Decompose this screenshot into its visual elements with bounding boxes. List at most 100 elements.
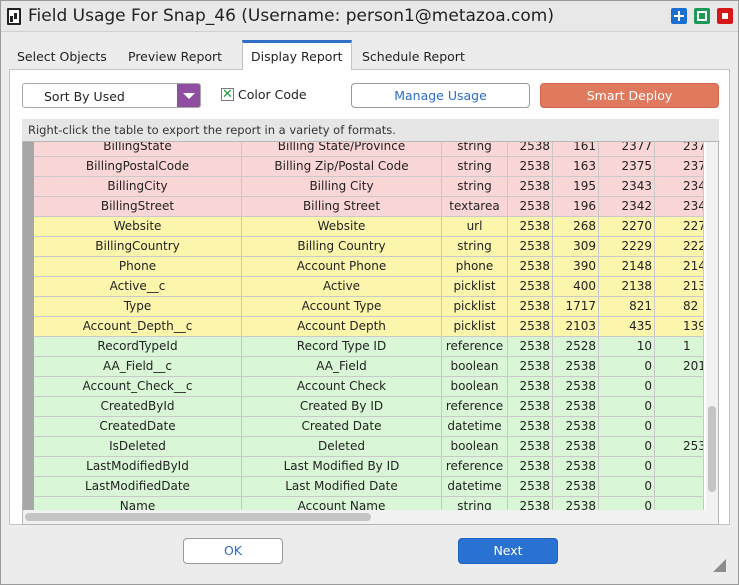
total-count-cell: 2538 [508,217,553,237]
unused-count-cell: 0 [599,437,655,457]
field-name-cell: Type [34,297,242,317]
unused-count-cell: 0 [599,377,655,397]
unused-count-cell: 2229 [599,237,655,257]
tab-select-objects[interactable]: Select Objects [17,40,107,70]
sort-select[interactable]: Sort By Used [22,83,201,108]
used-count-cell: 390 [553,257,599,277]
field-label-cell: Account Depth [242,317,442,337]
extra-count-cell [655,417,704,437]
unused-count-cell: 10 [599,337,655,357]
extra-count-cell: 237 [655,142,704,157]
scroll-corner [706,510,718,524]
tab-preview-report[interactable]: Preview Report [128,40,222,70]
table-row[interactable]: Type Account Type picklist 2538 1717 821 82 [34,297,704,317]
color-code-checkbox[interactable]: ✕ [221,88,234,101]
table-row[interactable]: Account_Check__c Account Check boolean 2538… [34,377,704,397]
total-count-cell: 2538 [508,142,553,157]
used-count-cell: 161 [553,142,599,157]
resize-grip-icon[interactable] [713,559,726,572]
tab-display-report[interactable]: Display Report [242,40,352,70]
table-row[interactable]: BillingState Billing State/Province string… [34,142,704,157]
table-row[interactable]: AA_Field__c AA_Field boolean 2538 2538 0 201 [34,357,704,377]
unused-count-cell: 2375 [599,157,655,177]
window-title: Field Usage For Snap_46 (Username: perso… [28,6,554,26]
table-row[interactable]: LastModifiedDate Last Modified Date dateti… [34,477,704,497]
extra-count-cell: 1 [655,337,704,357]
unused-count-cell: 435 [599,317,655,337]
unused-count-cell: 2138 [599,277,655,297]
horizontal-scrollbar[interactable] [23,510,706,524]
table-row[interactable]: Phone Account Phone phone 2538 390 2148 214 [34,257,704,277]
table-row[interactable]: Website Website url 2538 268 2270 227 [34,217,704,237]
field-name-cell: Account_Check__c [34,377,242,397]
used-count-cell: 2538 [553,437,599,457]
total-count-cell: 2538 [508,437,553,457]
ok-button[interactable]: OK [183,538,283,564]
table-row[interactable]: BillingCountry Billing Country string 2538 3… [34,237,704,257]
table-row[interactable]: Account_Depth__c Account Depth picklist 253… [34,317,704,337]
field-label-cell: Billing City [242,177,442,197]
field-usage-window: Field Usage For Snap_46 (Username: perso… [0,0,739,585]
field-type-cell: string [442,237,508,257]
extra-count-cell [655,377,704,397]
add-window-icon[interactable] [671,8,687,24]
next-button[interactable]: Next [458,538,558,564]
maximize-icon[interactable] [694,8,710,24]
field-type-cell: reference [442,337,508,357]
field-label-cell: Account Check [242,377,442,397]
vertical-scrollbar[interactable] [706,142,718,510]
table-row[interactable]: BillingCity Billing City string 2538 195 2343… [34,177,704,197]
unused-count-cell: 0 [599,477,655,497]
field-type-cell: string [442,142,508,157]
unused-count-cell: 0 [599,417,655,437]
field-label-cell: Active [242,277,442,297]
extra-count-cell: 201 [655,357,704,377]
table-row[interactable]: BillingStreet Billing Street textarea 2538 1… [34,197,704,217]
total-count-cell: 2538 [508,397,553,417]
table-row[interactable]: CreatedById Created By ID reference 2538 253… [34,397,704,417]
field-label-cell: Billing State/Province [242,142,442,157]
table-row[interactable]: Active__c Active picklist 2538 400 2138 213 [34,277,704,297]
field-name-cell: BillingPostalCode [34,157,242,177]
unused-count-cell: 821 [599,297,655,317]
field-name-cell: LastModifiedDate [34,477,242,497]
color-code-label: Color Code [238,87,307,102]
sort-select-value: Sort By Used [44,89,125,104]
field-name-cell: RecordTypeId [34,337,242,357]
title-bar[interactable]: Field Usage For Snap_46 (Username: perso… [1,1,738,32]
total-count-cell: 2538 [508,377,553,397]
table-row[interactable]: RecordTypeId Record Type ID reference 2538 2… [34,337,704,357]
close-icon[interactable] [717,8,733,24]
field-name-cell: Active__c [34,277,242,297]
smart-deploy-button[interactable]: Smart Deploy [540,83,719,108]
total-count-cell: 2538 [508,177,553,197]
total-count-cell: 2538 [508,317,553,337]
field-type-cell: datetime [442,417,508,437]
field-type-cell: picklist [442,317,508,337]
used-count-cell: 163 [553,157,599,177]
field-name-cell: BillingCity [34,177,242,197]
field-name-cell: Phone [34,257,242,277]
field-type-cell: textarea [442,197,508,217]
table-row[interactable]: BillingPostalCode Billing Zip/Postal Code… [34,157,704,177]
used-count-cell: 2538 [553,377,599,397]
extra-count-cell: 234 [655,177,704,197]
field-type-cell: picklist [442,297,508,317]
horizontal-scroll-thumb[interactable] [25,513,371,521]
field-type-cell: datetime [442,477,508,497]
total-count-cell: 2538 [508,277,553,297]
tab-schedule-report[interactable]: Schedule Report [362,40,465,70]
field-label-cell: Last Modified Date [242,477,442,497]
usage-table[interactable]: BillingState Billing State/Province string… [22,141,719,525]
table-row[interactable]: CreatedDate Created Date datetime 2538 2538 0 [34,417,704,437]
used-count-cell: 2538 [553,457,599,477]
vertical-scroll-thumb[interactable] [708,406,716,492]
table-row[interactable]: LastModifiedById Last Modified By ID refer… [34,457,704,477]
field-type-cell: string [442,177,508,197]
chevron-down-icon[interactable] [177,84,200,107]
table-row[interactable]: IsDeleted Deleted boolean 2538 2538 0 253 [34,437,704,457]
extra-count-cell [655,477,704,497]
manage-usage-button[interactable]: Manage Usage [351,83,530,108]
total-count-cell: 2538 [508,417,553,437]
unused-count-cell: 2148 [599,257,655,277]
